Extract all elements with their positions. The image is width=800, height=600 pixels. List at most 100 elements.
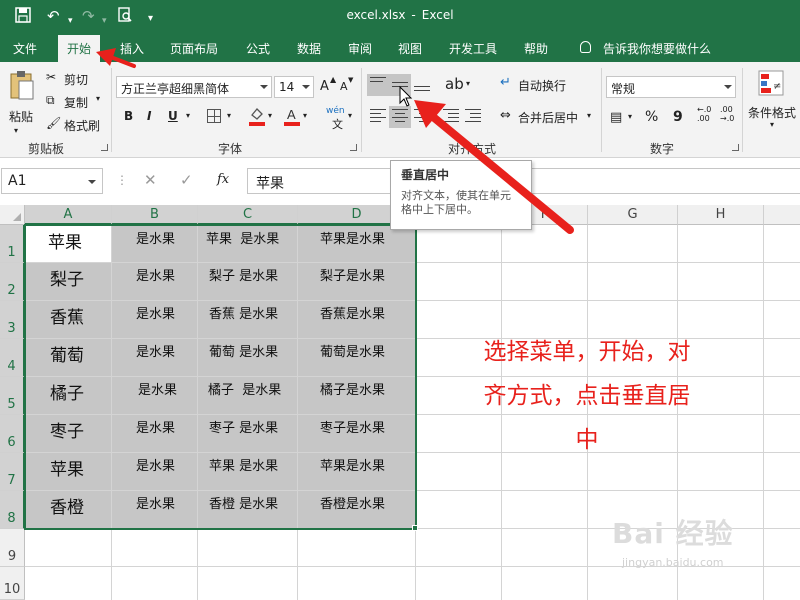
row-number: 9	[7, 549, 17, 564]
conditional-format-icon: ≠	[758, 70, 784, 96]
decrease-indent-button[interactable]	[440, 106, 462, 128]
conditional-format-dropdown-icon[interactable]: ▾	[770, 120, 774, 129]
underline-dropdown-icon[interactable]: ▾	[186, 111, 190, 120]
row-header-1[interactable]: 1	[0, 225, 25, 263]
row-header-3[interactable]: 3	[0, 301, 25, 339]
column-header-c[interactable]: C	[198, 205, 298, 225]
tell-me-search[interactable]: 告诉我你想要做什么	[603, 40, 711, 57]
merge-center-button[interactable]: 合并后居中	[518, 109, 578, 126]
row-number: 7	[7, 473, 16, 488]
number-group-label: 数字	[650, 142, 675, 156]
number-format-select[interactable]: 常规	[606, 76, 736, 98]
fill-color-icon[interactable]	[249, 106, 265, 126]
lightbulb-icon	[580, 41, 591, 53]
column-header-i[interactable]	[764, 205, 800, 225]
merge-dropdown-icon[interactable]: ▾	[587, 111, 591, 120]
title-separator: -	[411, 8, 416, 22]
cut-button[interactable]: 剪切	[64, 71, 88, 88]
borders-icon[interactable]	[207, 109, 221, 123]
row-header-9[interactable]: 9	[0, 529, 25, 567]
align-center-button[interactable]	[389, 106, 411, 128]
row-header-5[interactable]: 5	[0, 377, 25, 415]
tab-developer[interactable]: 开发工具	[449, 40, 497, 57]
wrap-text-button[interactable]: 自动换行	[518, 77, 566, 94]
align-right-button[interactable]	[411, 106, 433, 128]
percent-button[interactable]: %	[645, 109, 658, 125]
orientation-icon[interactable]: ab	[445, 75, 464, 93]
grow-font-button[interactable]: A	[320, 79, 329, 94]
decrease-decimal-icon[interactable]: .00 →.0	[720, 105, 734, 123]
column-header-h[interactable]: H	[678, 205, 764, 225]
selection-border	[24, 224, 417, 530]
tab-data[interactable]: 数据	[297, 40, 321, 57]
cancel-icon[interactable]: ✕	[144, 171, 157, 189]
tooltip-body: 对齐文本，使其在单元格中上下居中。	[401, 189, 511, 216]
bold-button[interactable]: B	[124, 109, 133, 123]
tab-home[interactable]: 开始	[58, 35, 101, 62]
column-header-g[interactable]: G	[588, 205, 678, 225]
merge-center-icon: ⇔	[500, 108, 511, 123]
phonetic-dropdown-icon[interactable]: ▾	[348, 111, 352, 120]
increase-indent-button[interactable]	[462, 106, 484, 128]
accounting-icon[interactable]: ▤	[610, 110, 622, 125]
italic-button[interactable]: I	[147, 109, 151, 123]
format-painter-button[interactable]: 格式刷	[64, 117, 100, 134]
comma-button[interactable]: 9	[673, 109, 683, 125]
name-box-value: A1	[8, 173, 27, 189]
middle-align-button[interactable]	[389, 74, 411, 96]
tab-view[interactable]: 视图	[398, 40, 422, 57]
font-size-value: 14	[279, 80, 295, 94]
underline-button[interactable]: U	[168, 109, 178, 123]
font-color-dropdown-icon[interactable]: ▾	[303, 111, 307, 120]
row-number: 5	[7, 397, 16, 412]
increase-decimal-icon[interactable]: ←.0.00	[697, 105, 711, 123]
row-header-10[interactable]: 10	[0, 567, 25, 600]
watermark-url: jingyan.baidu.com	[622, 556, 724, 569]
row-header-4[interactable]: 4	[0, 339, 25, 377]
fill-handle[interactable]	[412, 525, 418, 531]
shrink-font-button[interactable]: A	[340, 80, 348, 93]
accounting-dropdown-icon[interactable]: ▾	[628, 112, 632, 121]
fill-color-dropdown-icon[interactable]: ▾	[268, 111, 272, 120]
column-header-a[interactable]: A	[25, 205, 112, 225]
row-header-7[interactable]: 7	[0, 453, 25, 491]
font-launcher-icon[interactable]	[350, 144, 357, 151]
clipboard-launcher-icon[interactable]	[101, 144, 108, 151]
name-box[interactable]: A1	[1, 168, 103, 194]
tab-file[interactable]: 文件	[13, 40, 37, 57]
svg-text:A: A	[287, 107, 296, 122]
top-align-button[interactable]	[367, 74, 389, 96]
shrink-font-caret-icon: ▼	[348, 76, 354, 84]
tab-review[interactable]: 审阅	[348, 40, 372, 57]
tab-help[interactable]: 帮助	[524, 40, 548, 57]
orientation-dropdown-icon[interactable]: ▾	[466, 79, 470, 88]
number-launcher-icon[interactable]	[732, 144, 739, 151]
conditional-format-button[interactable]: 条件格式	[748, 104, 796, 121]
borders-dropdown-icon[interactable]: ▾	[227, 111, 231, 120]
align-left-button[interactable]	[367, 106, 389, 128]
row-number: 2	[7, 283, 16, 298]
tab-page-layout[interactable]: 页面布局	[170, 40, 218, 57]
row-header-2[interactable]: 2	[0, 263, 25, 301]
row-header-6[interactable]: 6	[0, 415, 25, 453]
font-name-select[interactable]: 方正兰亭超细黑简体	[116, 76, 272, 98]
copy-dropdown-icon[interactable]: ▾	[96, 94, 100, 103]
bottom-align-button[interactable]	[411, 74, 433, 96]
ribbon: 粘贴 ▾ ✂ 剪切 ⧉ 复制 ▾ 🖌 格式刷 剪贴板 方正兰亭超细黑简体 14 …	[0, 62, 800, 158]
tab-insert[interactable]: 插入	[120, 40, 144, 57]
number-format-value: 常规	[611, 82, 636, 96]
font-color-icon[interactable]: A	[284, 106, 300, 126]
column-header-b[interactable]: B	[112, 205, 198, 225]
tab-formulas[interactable]: 公式	[246, 40, 270, 57]
paste-button[interactable]: 粘贴	[6, 68, 38, 128]
insert-function-icon[interactable]: fx	[217, 172, 229, 187]
copy-button[interactable]: 复制	[64, 94, 88, 111]
chevron-down-icon	[88, 180, 96, 184]
row-header-8[interactable]: 8	[0, 491, 25, 529]
select-all-button[interactable]	[0, 205, 25, 225]
enter-icon[interactable]: ✓	[180, 171, 193, 189]
font-name-value: 方正兰亭超细黑简体	[121, 82, 230, 96]
phonetic-guide-button[interactable]: wén	[326, 106, 345, 116]
font-size-select[interactable]: 14	[274, 76, 314, 98]
paste-dropdown-icon[interactable]: ▾	[14, 126, 18, 135]
